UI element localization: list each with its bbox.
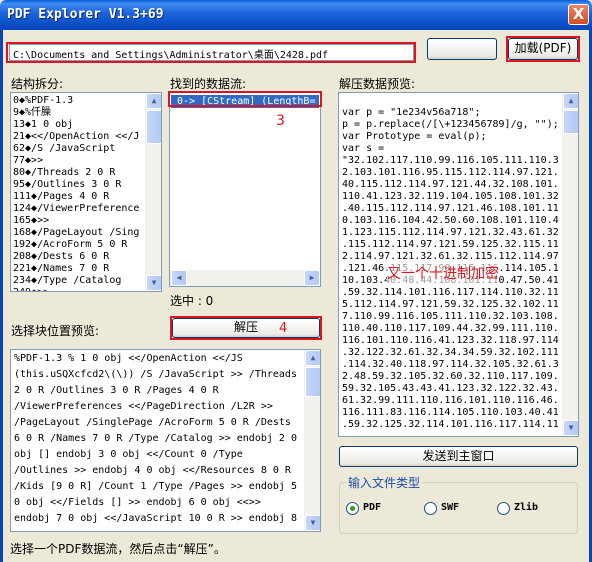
block-preview-line: /PageLayout /SinglePage /AcroForm 5 0 R … bbox=[14, 417, 291, 428]
radio-zlib-indicator[interactable] bbox=[497, 502, 510, 515]
annotation-decimal-note: 又一个十进制加密 bbox=[387, 263, 499, 283]
decompressed-line: "32.102.117.110.99.116.105.111.110.3 bbox=[342, 155, 559, 166]
close-button[interactable]: X bbox=[568, 4, 589, 25]
selected-count-label: 选中 : 0 bbox=[170, 294, 214, 308]
decompressed-line: var Prototype = eval(p); bbox=[342, 131, 487, 142]
scroll-right-icon[interactable]: ▶ bbox=[304, 270, 320, 286]
structure-list-item[interactable]: 21◆<</OpenAction <</J bbox=[11, 131, 161, 143]
annotation-box-2 bbox=[506, 36, 580, 62]
decompressed-scrollbar[interactable]: ▲ ▼ bbox=[562, 93, 578, 436]
scroll-down-icon[interactable]: ▼ bbox=[146, 275, 161, 291]
scroll-left-icon[interactable]: ◀ bbox=[171, 270, 187, 286]
structure-list-item[interactable]: 221◆/Names 7 0 R bbox=[11, 263, 161, 275]
decompressed-line: 59.32.105.43.43.41.123.32.122.32.43. bbox=[342, 383, 559, 394]
status-text: 选择一个PDF数据流，然后点击“解压”。 bbox=[10, 542, 226, 556]
decompressed-line: 0.103.116.104.42.50.60.108.101.110.4 bbox=[342, 215, 559, 226]
scroll-up-icon[interactable]: ▲ bbox=[305, 350, 320, 366]
window-border-left bbox=[0, 30, 3, 562]
annotation-box-3 bbox=[168, 91, 322, 107]
decompressed-line: 116.111.83.116.114.105.110.103.40.41 bbox=[342, 407, 559, 418]
scroll-thumb[interactable] bbox=[305, 367, 320, 397]
decompressed-line: 116.101.110.116.41.123.32.118.97.114 bbox=[342, 335, 559, 346]
structure-list-item[interactable]: 95◆/Outlines 3 0 R bbox=[11, 179, 161, 191]
decompressed-line: var p = "1e234v56a718"; bbox=[342, 107, 481, 118]
decompressed-line: var s = bbox=[342, 143, 385, 154]
structure-list-item[interactable]: 111◆/Pages 4 0 R bbox=[11, 191, 161, 203]
decompressed-line: 7.110.99.116.105.111.110.32.103.108. bbox=[342, 311, 559, 322]
decompressed-line: 110.40.110.117.109.44.32.99.111.110. bbox=[342, 323, 559, 334]
structure-list-item[interactable]: 0◆%PDF-1.3 bbox=[11, 95, 161, 107]
block-preview-line: /Kids [9 0 R] /Count 1 /Type /Pages >> e… bbox=[14, 481, 297, 492]
decompressed-line: p = p.replace(/[\+123456789]/g, ""); bbox=[342, 119, 559, 130]
window-title: PDF Explorer V1.3+69 bbox=[7, 7, 164, 22]
structure-split-label: 结构拆分: bbox=[11, 77, 64, 91]
decompressed-line: .59.32.114.101.116.117.114.110.32.11 bbox=[342, 287, 559, 298]
close-icon: X bbox=[572, 5, 585, 23]
structure-list-item[interactable]: 234◆/Type /Catalog bbox=[11, 275, 161, 287]
block-preview-line: 0 obj <</Fields [] >> endobj 6 0 obj <<>… bbox=[14, 497, 261, 508]
structure-list-item[interactable]: 208◆/Dests 6 0 R bbox=[11, 251, 161, 263]
structure-list-item[interactable]: 62◆/S /JavaScript bbox=[11, 143, 161, 155]
decompressed-line: 40.115.112.114.97.121.44.32.108.101. bbox=[342, 179, 559, 190]
send-to-main-label: 发送到主窗口 bbox=[422, 449, 495, 463]
structure-list-item[interactable]: 249◆>> bbox=[11, 287, 161, 291]
annotation-box-1 bbox=[6, 42, 416, 63]
decompressed-line: 110.41.123.32.119.104.105.108.101.32 bbox=[342, 191, 559, 202]
block-preview-line: /Outlines >> endobj 4 0 obj <</Resources… bbox=[14, 465, 291, 476]
block-preview-line: 2 0 R /Outlines 3 0 R /Pages 4 0 R bbox=[14, 385, 219, 396]
structure-scrollbar[interactable]: ▲ ▼ bbox=[145, 93, 161, 291]
annotation-number-3: 3 bbox=[276, 113, 285, 129]
structure-list-item[interactable]: 80◆/Threads 2 0 R bbox=[11, 167, 161, 179]
scroll-up-icon[interactable]: ▲ bbox=[563, 93, 578, 109]
structure-list-item[interactable]: 124◆/ViewerPreference bbox=[11, 203, 161, 215]
input-type-legend: 输入文件类型 bbox=[346, 474, 423, 491]
found-streams-label: 找到的数据流: bbox=[170, 77, 247, 91]
block-preview-text[interactable]: %PDF-1.3 % 1 0 obj <</OpenAction <</JS (t… bbox=[10, 349, 321, 532]
annotation-box-4 bbox=[170, 316, 322, 340]
blank-button[interactable] bbox=[427, 38, 497, 60]
structure-list-item[interactable]: 9◆%仟臊 bbox=[11, 107, 161, 119]
block-preview-scrollbar[interactable]: ▲ ▼ bbox=[304, 350, 320, 531]
structure-list-item[interactable]: 13◆1 0 obj bbox=[11, 119, 161, 131]
scroll-down-icon[interactable]: ▼ bbox=[563, 420, 578, 436]
decompressed-line: 61.32.99.111.110.116.101.110.116.46. bbox=[342, 395, 559, 406]
radio-pdf-indicator[interactable] bbox=[346, 502, 359, 515]
streams-list[interactable]: 0-> [CStream] (LengthB= ◀ ▶ bbox=[169, 92, 321, 287]
title-bar: PDF Explorer V1.3+69 X bbox=[0, 0, 592, 30]
decompressed-preview-label: 解压数据预览: bbox=[339, 77, 416, 91]
decompressed-line: 2.103.101.116.95.115.112.114.97.121. bbox=[342, 167, 559, 178]
decompressed-line: 1.123.115.112.114.97.121.32.43.61.32 bbox=[342, 227, 559, 238]
decompressed-line: .115.112.114.97.121.59.125.32.115.11 bbox=[342, 239, 559, 250]
scroll-thumb[interactable] bbox=[563, 110, 578, 134]
streams-hscrollbar[interactable]: ◀ ▶ bbox=[170, 270, 320, 286]
block-preview-line: (this.uSQXcfcd2\(\)) /S /JavaScript >> /… bbox=[14, 369, 297, 380]
block-preview-line: %PDF-1.3 % 1 0 obj <</OpenAction <</JS bbox=[14, 353, 243, 364]
scroll-up-icon[interactable]: ▲ bbox=[146, 93, 161, 109]
send-to-main-button[interactable]: 发送到主窗口 bbox=[339, 446, 578, 467]
structure-list[interactable]: 0◆%PDF-1.3 9◆%仟臊 13◆1 0 obj 21◆<</OpenActio… bbox=[10, 92, 162, 292]
decompressed-line: .32.122.32.61.32.34.34.59.32.102.111 bbox=[342, 347, 559, 358]
block-preview-line: endobj 7 0 obj <</JavaScript 10 0 R >> e… bbox=[14, 513, 297, 524]
decompressed-line: .114.32.40.118.97.114.32.105.32.61.3 bbox=[342, 359, 559, 370]
radio-swf-indicator[interactable] bbox=[424, 502, 437, 515]
decompressed-line: .40.115.112.114.97.121.46.108.101.11 bbox=[342, 203, 559, 214]
structure-list-item[interactable]: 168◆/PageLayout /Sing bbox=[11, 227, 161, 239]
radio-swf-label: SWF bbox=[441, 502, 460, 513]
structure-list-item[interactable]: 165◆>> bbox=[11, 215, 161, 227]
structure-list-item[interactable]: 77◆>> bbox=[11, 155, 161, 167]
block-preview-label: 选择块位置预览: bbox=[11, 324, 100, 338]
scroll-thumb[interactable] bbox=[146, 110, 161, 144]
radio-zlib-label: Zlib bbox=[514, 502, 539, 513]
decompressed-line: 5.112.114.97.121.59.32.125.32.102.11 bbox=[342, 299, 559, 310]
decompressed-line: 2.114.97.121.32.61.32.115.112.114.97 bbox=[342, 251, 559, 262]
decompressed-line: 2.48.59.32.105.32.60.32.110.117.109. bbox=[342, 371, 559, 382]
decompressed-line: .59.32.125.32.114.101.116.117.114.11 bbox=[342, 419, 559, 430]
block-preview-line: 6 0 R /Names 7 0 R /Type /Catalog >> end… bbox=[14, 433, 297, 444]
scroll-down-icon[interactable]: ▼ bbox=[305, 515, 320, 531]
annotation-number-4: 4 bbox=[279, 321, 288, 336]
block-preview-line: obj [] endobj 3 0 obj <</Count 0 /Type bbox=[14, 449, 243, 460]
radio-pdf-label: PDF bbox=[363, 502, 382, 513]
structure-list-item[interactable]: 192◆/AcroForm 5 0 R bbox=[11, 239, 161, 251]
block-preview-line: /ViewerPreferences <</PageDirection /L2R… bbox=[14, 401, 273, 412]
